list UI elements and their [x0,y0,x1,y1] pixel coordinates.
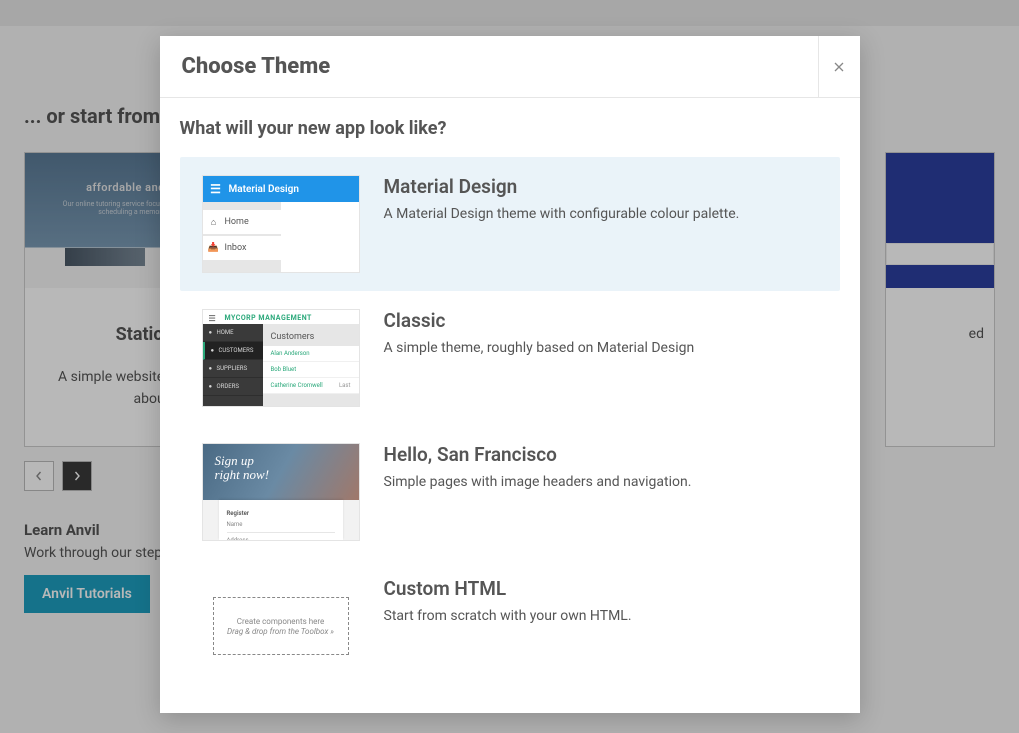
theme-thumb-hello-sf: Sign up right now! Register Name Address [202,443,360,541]
home-icon: ⌂ [203,217,225,228]
theme-name: Material Design [384,175,818,198]
theme-option-custom-html[interactable]: Create components here Drag & drop from … [180,559,840,693]
thumb-side-item: CUSTOMERS [219,347,254,354]
thumb-hero-line: right now! [215,468,347,482]
thumb-side-item: ORDERS [217,383,239,390]
theme-desc: A Material Design theme with configurabl… [384,204,818,226]
modal-title: Choose Theme [160,36,818,97]
thumb-nav-item: Home [225,217,249,227]
choose-theme-modal: Choose Theme What will your new app look… [160,36,860,713]
hamburger-icon: ☰ [203,182,229,196]
thumb-placeholder-line: Drag & drop from the Toolbox » [227,627,334,636]
theme-desc: Simple pages with image headers and navi… [384,472,818,494]
thumb-form-title: Register [227,510,335,517]
modal-close-button[interactable] [818,36,860,97]
modal-header: Choose Theme [160,36,860,98]
thumb-side-item: SUPPLIERS [217,365,248,372]
thumb-form-label: Address [227,537,335,541]
thumb-row: Bob Bluet [271,366,297,373]
theme-option-classic[interactable]: ☰ MYCORP MANAGEMENT ●HOME ●CUSTOMERS ●SU… [180,291,840,425]
theme-name: Hello, San Francisco [384,443,818,466]
theme-thumb-material-design: ☰ Material Design ⌂ Home 📥 Inbox [202,175,360,273]
close-icon [833,61,845,73]
theme-desc: Start from scratch with your own HTML. [384,606,818,628]
suppliers-icon: ● [209,365,217,372]
theme-option-material-design[interactable]: ☰ Material Design ⌂ Home 📥 Inbox Materi [180,157,840,291]
thumb-row: Alan Anderson [271,350,310,357]
thumb-placeholder-line: Create components here [237,617,324,626]
orders-icon: ● [209,383,217,390]
theme-thumb-custom-html: Create components here Drag & drop from … [202,577,360,675]
home-icon: ● [209,329,217,336]
customers-icon: ● [211,347,219,354]
inbox-icon: 📥 [203,243,225,253]
thumb-side-item: HOME [217,329,234,336]
thumb-hero-line: Sign up [215,454,347,468]
theme-name: Custom HTML [384,577,818,600]
theme-thumb-classic: ☰ MYCORP MANAGEMENT ●HOME ●CUSTOMERS ●SU… [202,309,360,407]
theme-option-hello-sf[interactable]: Sign up right now! Register Name Address… [180,425,840,559]
hamburger-icon: ☰ [209,314,217,323]
modal-subtitle: What will your new app look like? [180,118,840,139]
theme-name: Classic [384,309,818,332]
thumb-row: Catherine Cromwell [271,382,323,389]
thumb-brand: MYCORP MANAGEMENT [225,314,312,322]
thumb-main-title: Customers [263,324,359,346]
theme-desc: A simple theme, roughly based on Materia… [384,338,818,360]
thumb-nav-item: Inbox [225,243,247,253]
thumb-app-title: Material Design [229,184,299,195]
thumb-form-label: Name [227,521,335,528]
